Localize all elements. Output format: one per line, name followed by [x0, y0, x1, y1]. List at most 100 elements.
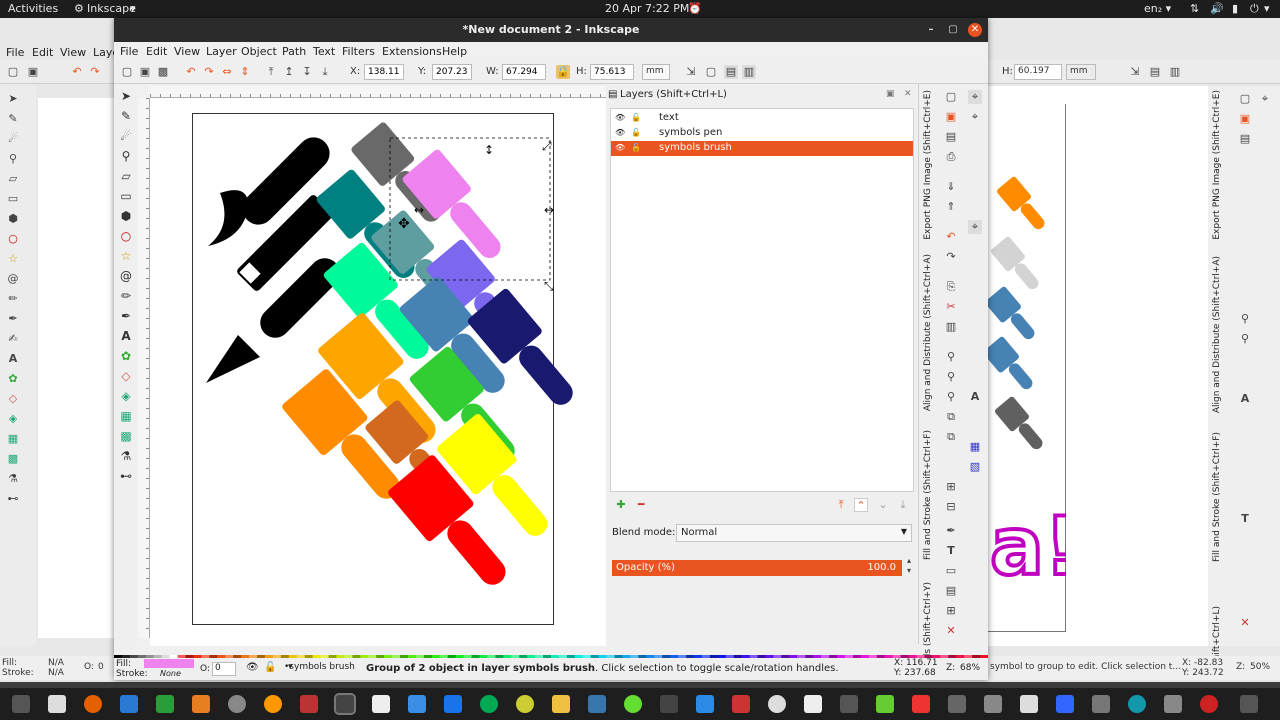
star-icon[interactable]: ☆ [118, 248, 134, 264]
back-tab-export[interactable]: Export PNG Image (Shift+Ctrl+E) [1212, 90, 1226, 240]
print-icon[interactable]: ⎙ [944, 150, 958, 164]
app-icon-13[interactable] [1092, 695, 1110, 713]
app-icon-1[interactable] [624, 695, 642, 713]
back-dropper-icon[interactable]: ⚗ [6, 472, 20, 486]
back-snap-g-icon[interactable]: A [1238, 392, 1252, 406]
app-menu-arrow-icon[interactable]: ▾ [130, 2, 136, 15]
writer-icon[interactable] [120, 695, 138, 713]
back-snap-h-icon[interactable]: T [1238, 512, 1252, 526]
video-icon[interactable] [300, 695, 318, 713]
menu-extensions[interactable]: Extensions [382, 45, 442, 58]
w-input[interactable] [502, 64, 546, 80]
app-menu[interactable]: Inkscape [87, 2, 136, 15]
gradient-icon[interactable]: ▦ [118, 408, 134, 424]
align-icon[interactable]: ⊞ [944, 604, 958, 618]
eraser-icon[interactable]: ◇ [118, 368, 134, 384]
back-snap2-icon[interactable]: ▤ [1148, 65, 1162, 79]
new-doc-icon[interactable]: ▢ [120, 65, 134, 79]
menu-filters[interactable]: Filters [342, 45, 375, 58]
back-pencil-icon[interactable]: ✏ [6, 292, 20, 306]
scale-handle-tr[interactable]: ⤢ [541, 139, 552, 153]
visibility-icon[interactable]: 👁 [615, 143, 625, 153]
back-spray-icon[interactable]: ✿ [6, 372, 20, 386]
new-icon[interactable]: ▢ [944, 90, 958, 104]
app-icon-4[interactable] [732, 695, 750, 713]
tab-align-distribute[interactable]: Align and Distribute (Shift+Ctrl+A) [923, 254, 937, 411]
menu-view[interactable]: View [174, 45, 200, 58]
back-snap3-icon[interactable]: ▥ [1168, 65, 1182, 79]
xml-editor-icon[interactable]: ▭ [944, 564, 958, 578]
back-select-icon[interactable]: ➤ [6, 92, 20, 106]
zoom-icon[interactable]: ⚲ [118, 148, 134, 164]
back-tab-fill[interactable]: Fill and Stroke (Shift+Ctrl+F) [1212, 432, 1226, 562]
vivaldi-icon[interactable] [1200, 695, 1218, 713]
network-icon[interactable]: ⇅ [1190, 2, 1199, 15]
close-button[interactable]: ✕ [968, 23, 982, 37]
menu-path[interactable]: Path [282, 45, 306, 58]
back-snap-b-icon[interactable]: ⌖ [1258, 92, 1272, 106]
back-snap-i-icon[interactable]: ✕ [1238, 616, 1252, 630]
dropper-icon[interactable]: ⚗ [118, 448, 134, 464]
raise-layer-top-icon[interactable]: ⤒ [834, 498, 848, 512]
fill-stroke-icon[interactable]: ✒ [944, 524, 958, 538]
node-icon[interactable]: ✎ [118, 108, 134, 124]
back-connector-icon[interactable]: ⊷ [6, 492, 20, 506]
lower-to-bottom-icon[interactable]: ⤓ [318, 65, 332, 79]
group-icon[interactable]: ⊞ [944, 480, 958, 494]
app-icon-7[interactable] [840, 695, 858, 713]
clone-icon[interactable]: ⧉ [944, 430, 958, 444]
app-icon-6[interactable] [804, 695, 822, 713]
show-apps-icon[interactable] [1240, 695, 1258, 713]
power-menu-arrow-icon[interactable]: ▾ [1264, 2, 1270, 15]
stroke-value[interactable]: None [160, 669, 181, 678]
rotate-cw-icon[interactable]: ↷ [202, 65, 216, 79]
back-mesh-icon[interactable]: ▩ [6, 452, 20, 466]
app-icon-14[interactable] [1128, 695, 1146, 713]
raise-layer-icon[interactable]: ⌃ [854, 498, 868, 512]
menu-object[interactable]: Object [241, 45, 277, 58]
menu-edit[interactable]: Edit [146, 45, 167, 58]
maximize-button[interactable]: ▢ [946, 23, 960, 37]
back-tab-align[interactable]: Align and Distribute (Shift+Ctrl+A) [1212, 256, 1226, 413]
cut-icon[interactable]: ✂ [944, 300, 958, 314]
visibility-icon[interactable]: 👁 [615, 113, 625, 123]
back-ellipse-icon[interactable]: ○ [6, 232, 20, 246]
back-snap-f-icon[interactable]: ⚲ [1238, 332, 1252, 346]
snap-bbox-icon[interactable]: ⌖ [968, 110, 982, 124]
panel-close-icon[interactable]: ✕ [904, 89, 912, 99]
python-icon[interactable] [588, 695, 606, 713]
input-language[interactable]: en₂ ▾ [1144, 2, 1171, 15]
canvas[interactable]: ↕ ⤢ ↔ ⤡ ↔ ✥ [150, 98, 606, 646]
color-palette[interactable] [114, 648, 989, 663]
activities-button[interactable]: Activities [8, 2, 58, 15]
raise-to-top-icon[interactable]: ⤒ [264, 65, 278, 79]
back-menu-file[interactable]: File [6, 46, 24, 59]
ungroup-icon[interactable]: ⊟ [944, 500, 958, 514]
blend-mode-select[interactable]: Normal ▼ [676, 524, 912, 542]
back-node-icon[interactable]: ✎ [6, 112, 20, 126]
zoom-page-icon[interactable]: ⚲ [944, 390, 958, 404]
lock-icon[interactable]: 🔓 [631, 113, 641, 123]
measure-icon[interactable]: ▱ [118, 168, 134, 184]
scale-corners-icon[interactable]: ▢ [704, 65, 718, 79]
text-icon[interactable]: A [118, 328, 134, 344]
app-icon-3[interactable] [696, 695, 714, 713]
layer-name[interactable]: symbols pen [659, 127, 722, 138]
globe-icon[interactable] [480, 695, 498, 713]
panel-float-icon[interactable]: ▣ [886, 89, 895, 99]
export-icon[interactable]: ⇑ [944, 200, 958, 214]
firefox-icon[interactable] [84, 695, 102, 713]
back-text-icon[interactable]: A [6, 352, 20, 366]
power-icon[interactable]: ⏻ [1250, 2, 1259, 16]
save-icon[interactable]: ▤ [944, 130, 958, 144]
spiral-icon[interactable]: @ [118, 268, 134, 284]
app-icon-12[interactable] [1056, 695, 1074, 713]
zoom-value[interactable]: 68% [960, 663, 980, 673]
back-open-icon[interactable]: ▣ [26, 65, 40, 79]
back-calligraphy-icon[interactable]: ✍ [6, 332, 20, 346]
box-icon[interactable]: ⬢ [118, 208, 134, 224]
text-font-dialog-icon[interactable]: T [944, 544, 958, 558]
back-snap-a-icon[interactable]: ▢ [1238, 92, 1252, 106]
back-spiral-icon[interactable]: @ [6, 272, 20, 286]
guides-icon[interactable]: ▧ [968, 460, 982, 474]
